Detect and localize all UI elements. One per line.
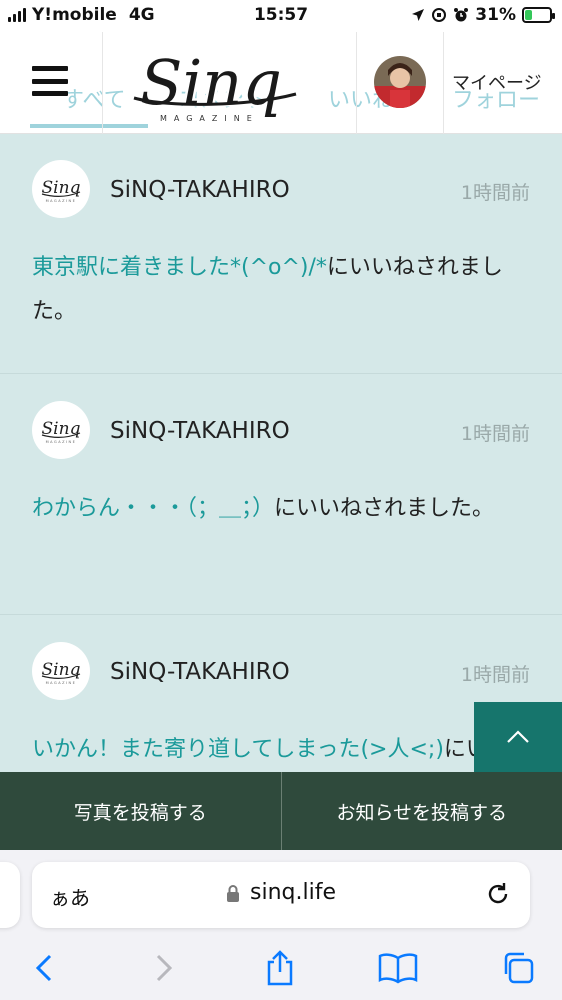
post-notice-button[interactable]: お知らせを投稿する — [282, 772, 562, 850]
menu-icon[interactable] — [32, 66, 68, 96]
post-photo-button[interactable]: 写真を投稿する — [0, 772, 281, 850]
user-name[interactable]: SiNQ-TAKAHIRO — [110, 659, 290, 685]
location-arrow-icon — [412, 9, 425, 21]
site-header: すべて コメント いいね フォロー Sinq MAGAZINE マイページ — [0, 32, 562, 134]
notification-suffix: にいいねされました。 — [274, 496, 495, 521]
book-icon — [378, 953, 418, 984]
timestamp: 1時間前 — [460, 182, 530, 204]
notification-text: 東京駅に着きました*(^o^)/*にいいねされました。 — [32, 246, 532, 334]
sinq-logo-icon: SinqMAGAZINE — [42, 660, 81, 685]
timestamp: 1時間前 — [460, 423, 530, 445]
back-button[interactable] — [22, 946, 66, 990]
svg-text:MAGAZINE: MAGAZINE — [46, 681, 77, 685]
chevron-up-icon — [507, 730, 529, 743]
user-name[interactable]: SiNQ-TAKAHIRO — [110, 177, 290, 203]
lock-icon — [227, 884, 239, 902]
notification-text: わからん・・・（；＿；）にいいねされました。 — [32, 487, 532, 531]
tabs-icon — [504, 952, 534, 984]
user-name[interactable]: SiNQ-TAKAHIRO — [110, 418, 290, 444]
user-avatar[interactable]: Sinq MAGAZINE — [32, 401, 90, 459]
logo-text: Sinq — [140, 46, 282, 119]
header-divider — [356, 32, 357, 134]
url-text: sinq.life — [250, 880, 336, 905]
status-right: 31% — [411, 5, 555, 25]
avatar[interactable] — [374, 56, 426, 108]
header-divider — [443, 32, 444, 134]
timestamp: 1時間前 — [460, 664, 530, 686]
tabs-button[interactable] — [496, 946, 540, 990]
bookmarks-button[interactable] — [376, 946, 420, 990]
browser-chrome: ぁあ sinq.life — [0, 850, 562, 1000]
post-link[interactable]: いかん！また寄り道してしまった(>人<;) — [32, 737, 444, 762]
battery-icon — [522, 7, 555, 23]
mypage-link[interactable]: マイページ — [452, 69, 542, 95]
notification-card[interactable]: Sinq MAGAZINE SiNQ-TAKAHIRO 1時間前 わからん・・・（… — [0, 375, 562, 615]
logo-subtitle: MAGAZINE — [160, 114, 259, 123]
share-button[interactable] — [258, 946, 302, 990]
chevron-right-icon — [156, 954, 173, 982]
user-avatar[interactable]: Sinq MAGAZINE — [32, 642, 90, 700]
rotation-lock-icon — [432, 8, 447, 22]
post-link[interactable]: わからん・・・（；＿；） — [32, 496, 274, 521]
notification-feed: Sinq MAGAZINE SiNQ-TAKAHIRO 1時間前 東京駅に着きまし… — [0, 134, 562, 774]
scroll-to-top-button[interactable] — [474, 702, 562, 772]
address-bar[interactable]: ぁあ sinq.life — [32, 862, 530, 928]
share-icon — [267, 950, 293, 986]
post-action-bar: 写真を投稿する お知らせを投稿する — [0, 772, 562, 850]
battery-percent: 31% — [475, 5, 516, 25]
sinq-logo-icon: SinqMAGAZINE — [42, 178, 81, 203]
alarm-icon — [454, 8, 469, 22]
svg-text:MAGAZINE: MAGAZINE — [46, 199, 77, 203]
header-divider — [102, 32, 103, 134]
status-bar: Y!mobile 4G 15:57 31% — [0, 0, 562, 32]
forward-button[interactable] — [142, 946, 186, 990]
user-avatar[interactable]: Sinq MAGAZINE — [32, 160, 90, 218]
chevron-left-icon — [35, 954, 52, 982]
tab-all[interactable]: すべて — [62, 82, 126, 114]
reload-icon[interactable] — [484, 880, 512, 908]
post-link[interactable]: 東京駅に着きました*(^o^)/* — [32, 255, 327, 280]
svg-text:MAGAZINE: MAGAZINE — [46, 440, 77, 444]
sinq-logo-icon: SinqMAGAZINE — [42, 419, 81, 444]
url-display: sinq.life — [32, 880, 530, 905]
previous-tab-preview[interactable] — [0, 862, 20, 928]
browser-toolbar — [0, 946, 562, 990]
notification-text: いかん！また寄り道してしまった(>人<;)にいいねされました。 — [32, 728, 532, 774]
notification-card[interactable]: Sinq MAGAZINE SiNQ-TAKAHIRO 1時間前 東京駅に着きまし… — [0, 134, 562, 374]
